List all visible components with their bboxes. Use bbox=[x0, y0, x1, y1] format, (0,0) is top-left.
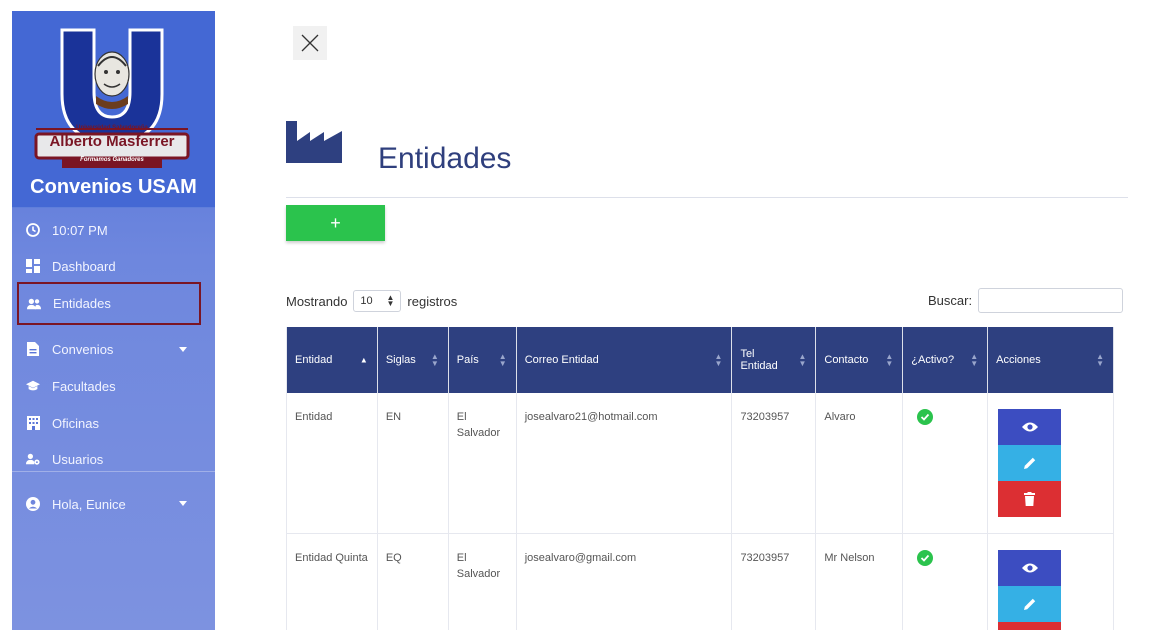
search-control: Buscar: bbox=[928, 288, 1124, 313]
cell-correo: josealvaro21@hotmail.com bbox=[516, 393, 733, 534]
cell-siglas: EN bbox=[377, 393, 449, 534]
view-button[interactable] bbox=[998, 549, 1062, 586]
sidebar: Universidad Salvadoreña Alberto Masferre… bbox=[12, 11, 215, 630]
cell-contacto: Alvaro bbox=[815, 393, 904, 534]
page-length-select[interactable]: 10 ▲ ▼ bbox=[353, 290, 402, 312]
add-entidad-button[interactable]: + bbox=[286, 205, 385, 241]
col-acciones[interactable]: Acciones ▲ ▼ bbox=[987, 327, 1114, 393]
sort-arrows-icon: ▲ ▼ bbox=[386, 293, 395, 308]
col-entidad[interactable]: Entidad ▲ bbox=[286, 327, 378, 393]
length-prefix: Mostrando bbox=[286, 293, 348, 309]
sort-icon: ▲ ▼ bbox=[885, 352, 894, 368]
sidebar-item-convenios[interactable]: Convenios bbox=[12, 332, 215, 366]
check-circle-icon bbox=[917, 409, 934, 425]
clock-time: 10:07 PM bbox=[52, 222, 108, 238]
sidebar-brand: Universidad Salvadoreña Alberto Masferre… bbox=[12, 11, 215, 208]
user-gear-icon bbox=[26, 452, 40, 466]
delete-button[interactable] bbox=[998, 481, 1062, 517]
building-icon bbox=[26, 416, 40, 430]
length-suffix: registros bbox=[407, 293, 458, 309]
user-greeting: Hola, Eunice bbox=[52, 496, 126, 512]
table-row: Entidad Quinta EQ El Salvador josealvaro… bbox=[286, 533, 1114, 630]
entidades-table: Entidad ▲ Siglas ▲ ▼ País ▲ ▼ Correo Entidad ▲… bbox=[286, 327, 1114, 630]
logo-name: Alberto Masferrer bbox=[49, 133, 175, 150]
sidebar-divider bbox=[12, 471, 215, 472]
sort-asc-icon: ▲ bbox=[359, 355, 368, 365]
cell-siglas: EQ bbox=[377, 533, 449, 630]
col-activo[interactable]: ¿Activo? ▲ ▼ bbox=[902, 327, 989, 393]
sidebar-item-entidades[interactable]: Entidades bbox=[17, 282, 201, 325]
clock-icon bbox=[26, 223, 40, 237]
document-icon bbox=[26, 342, 40, 356]
sidebar-item-label: Oficinas bbox=[52, 415, 99, 431]
sidebar-item-facultades[interactable]: Facultades bbox=[12, 369, 215, 403]
sort-icon: ▲ ▼ bbox=[498, 352, 507, 368]
cell-entidad: Entidad Quinta bbox=[286, 533, 378, 630]
col-correo[interactable]: Correo Entidad ▲ ▼ bbox=[516, 327, 733, 393]
search-label: Buscar: bbox=[928, 293, 973, 308]
col-pais[interactable]: País ▲ ▼ bbox=[448, 327, 517, 393]
cell-acciones bbox=[987, 533, 1114, 630]
graduation-cap-icon bbox=[26, 379, 40, 393]
title-divider bbox=[286, 197, 1128, 198]
eye-icon bbox=[1021, 422, 1038, 432]
page-length-control: Mostrando 10 ▲ ▼ registros bbox=[286, 290, 457, 312]
col-contacto[interactable]: Contacto ▲ ▼ bbox=[815, 327, 904, 393]
close-icon bbox=[301, 34, 319, 52]
logo-arc-text: Universidad Salvadoreña bbox=[76, 125, 148, 131]
edit-button[interactable] bbox=[998, 585, 1062, 622]
cell-pais: El Salvador bbox=[448, 393, 517, 534]
pencil-icon bbox=[1023, 598, 1035, 610]
sort-icon: ▲ ▼ bbox=[970, 352, 979, 368]
sort-icon: ▲ ▼ bbox=[714, 352, 723, 368]
table-header-row: Entidad ▲ Siglas ▲ ▼ País ▲ ▼ Correo Entidad ▲… bbox=[286, 327, 1114, 393]
sort-icon: ▲ ▼ bbox=[430, 352, 439, 368]
trash-icon bbox=[1024, 492, 1036, 506]
brand-title: Convenios USAM bbox=[30, 176, 197, 198]
cell-acciones bbox=[987, 393, 1114, 534]
sort-icon: ▲ ▼ bbox=[798, 352, 807, 368]
user-menu[interactable]: Hola, Eunice bbox=[12, 486, 215, 522]
pencil-icon bbox=[1023, 457, 1035, 469]
cell-tel: 73203957 bbox=[731, 393, 817, 534]
delete-button[interactable] bbox=[998, 621, 1062, 630]
sidebar-item-label: Usuarios bbox=[52, 451, 104, 467]
cell-activo bbox=[902, 393, 989, 534]
close-button[interactable] bbox=[293, 26, 327, 60]
clock-display: 10:07 PM bbox=[12, 213, 215, 247]
page-title: Entidades bbox=[378, 142, 512, 175]
search-input[interactable] bbox=[978, 288, 1124, 313]
table-row: Entidad EN El Salvador josealvaro21@hotm… bbox=[286, 393, 1114, 534]
sidebar-item-label: Facultades bbox=[52, 378, 116, 394]
cell-correo: josealvaro@gmail.com bbox=[516, 533, 733, 630]
cell-pais: El Salvador bbox=[448, 533, 517, 630]
col-tel[interactable]: Tel Entidad ▲ ▼ bbox=[731, 327, 817, 393]
sort-icon: ▲ ▼ bbox=[1096, 352, 1104, 368]
user-circle-icon bbox=[26, 497, 40, 511]
col-siglas[interactable]: Siglas ▲ ▼ bbox=[377, 327, 449, 393]
sidebar-item-oficinas[interactable]: Oficinas bbox=[12, 406, 215, 440]
page-length-value: 10 bbox=[360, 295, 373, 307]
sidebar-item-label: Dashboard bbox=[52, 258, 116, 274]
sidebar-item-label: Convenios bbox=[52, 341, 114, 357]
cell-entidad: Entidad bbox=[286, 393, 378, 534]
chevron-down-icon bbox=[179, 347, 187, 352]
sidebar-item-label: Entidades bbox=[53, 296, 111, 311]
cell-contacto: Mr Nelson bbox=[815, 533, 904, 630]
eye-icon bbox=[1021, 563, 1038, 572]
view-button[interactable] bbox=[998, 409, 1062, 445]
cell-tel: 73203957 bbox=[731, 533, 817, 630]
logo-tagline: Formamos Ganadores bbox=[80, 157, 144, 163]
dashboard-icon bbox=[26, 259, 40, 273]
cell-activo bbox=[902, 533, 989, 630]
users-icon bbox=[27, 297, 41, 311]
industry-icon bbox=[286, 121, 342, 163]
chevron-down-icon bbox=[179, 501, 187, 506]
edit-button[interactable] bbox=[998, 445, 1062, 481]
check-circle-icon bbox=[917, 549, 934, 566]
sidebar-item-dashboard[interactable]: Dashboard bbox=[12, 249, 215, 283]
